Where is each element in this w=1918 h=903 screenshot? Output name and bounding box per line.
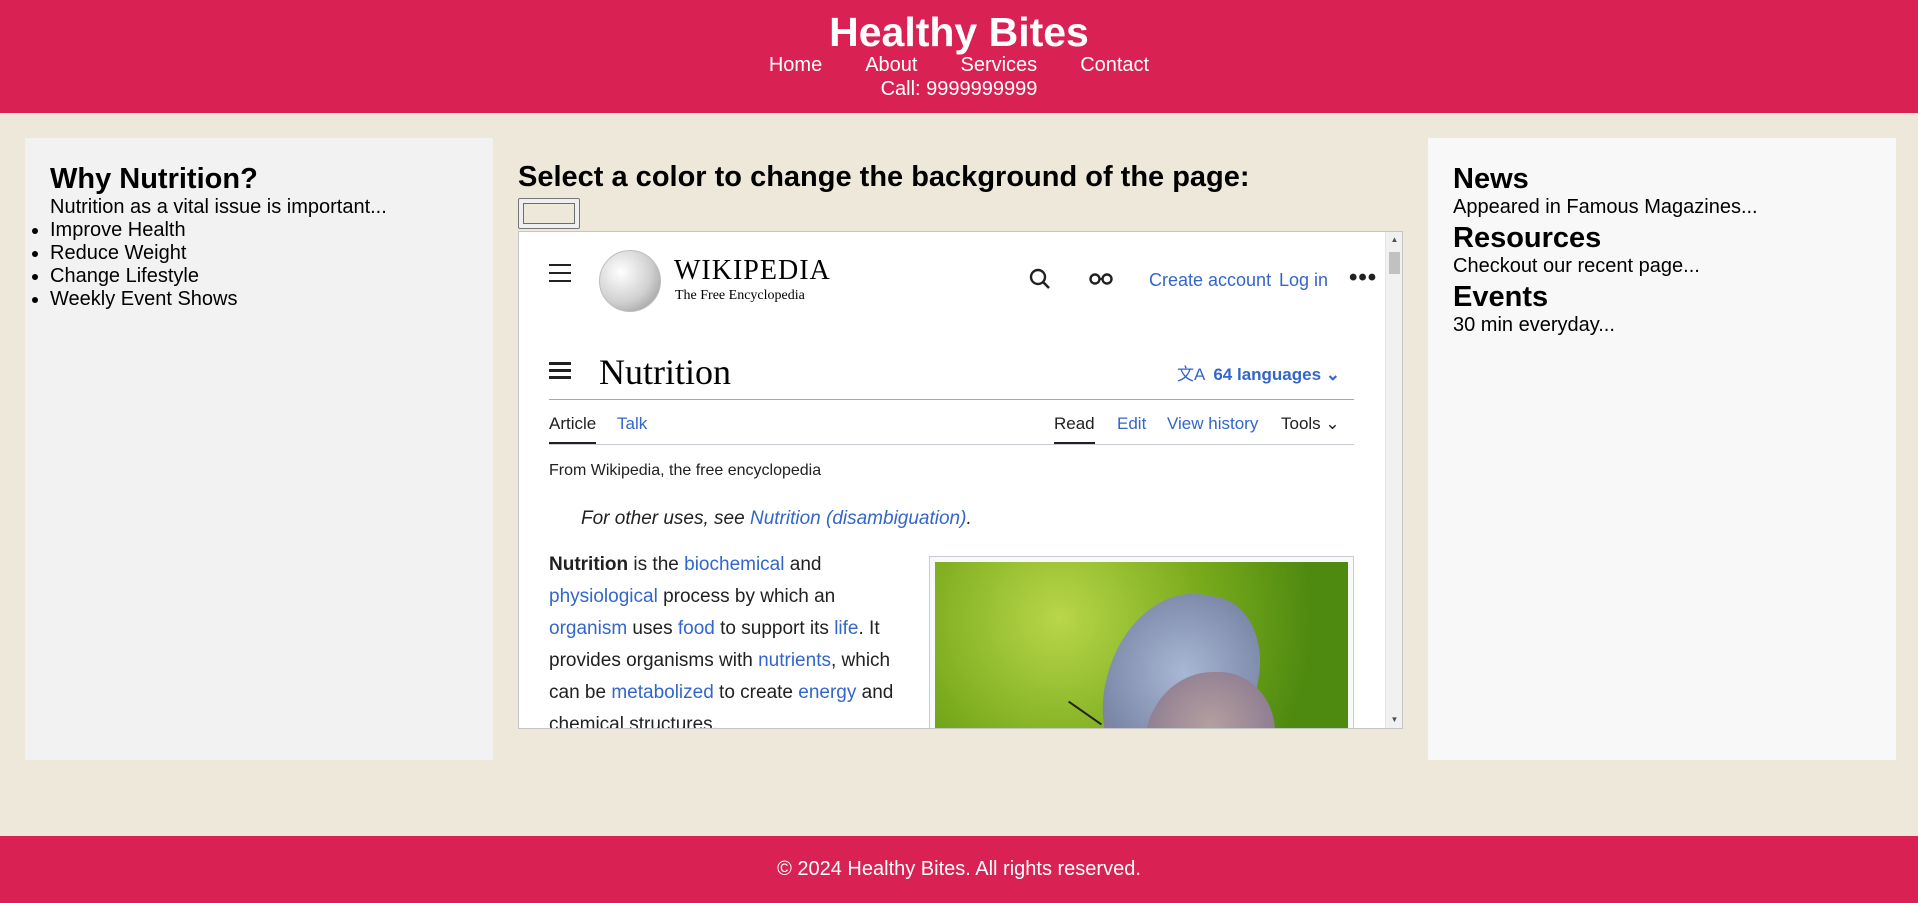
list-item: Change Lifestyle bbox=[50, 265, 468, 288]
body-text: to support its bbox=[714, 618, 835, 639]
tab-view-history[interactable]: View history bbox=[1167, 414, 1258, 444]
bold-term: Nutrition bbox=[549, 554, 629, 575]
events-heading: Events bbox=[1453, 281, 1549, 313]
list-item: Weekly Event Shows bbox=[50, 288, 468, 311]
more-options-icon[interactable]: ••• bbox=[1349, 266, 1377, 290]
energy-link[interactable]: energy bbox=[798, 682, 856, 703]
butterfly-antenna bbox=[1068, 700, 1102, 726]
site-header: Healthy Bites Home About Services Contac… bbox=[0, 0, 1918, 113]
chevron-down-icon: ⌄ bbox=[1325, 414, 1340, 433]
hatnote-text: For other uses, see bbox=[581, 508, 750, 529]
list-item: Improve Health bbox=[50, 219, 468, 242]
wikipedia-tagline: The Free Encyclopedia bbox=[675, 288, 805, 303]
site-footer: © 2024 Healthy Bites. All rights reserve… bbox=[0, 836, 1918, 903]
tab-tools[interactable]: Tools ⌄ bbox=[1281, 414, 1340, 444]
news-heading: News bbox=[1453, 163, 1529, 195]
translate-icon: 文A bbox=[1177, 365, 1206, 384]
create-account-link[interactable]: Create account bbox=[1149, 270, 1271, 291]
article-title: Nutrition bbox=[599, 352, 731, 392]
news-panel: News Appeared in Famous Magazines... Res… bbox=[1428, 138, 1896, 760]
body-text: to create bbox=[713, 682, 799, 703]
nav-contact-link[interactable]: Contact bbox=[1080, 53, 1149, 77]
scroll-up-icon[interactable]: ▲ bbox=[1386, 232, 1402, 248]
wikipedia-header: WIKIPEDIA The Free Encyclopedia Create a… bbox=[549, 242, 1376, 312]
tab-talk[interactable]: Talk bbox=[617, 414, 647, 444]
languages-label: 64 languages bbox=[1213, 365, 1322, 384]
main-nav: Home About Services Contact bbox=[0, 53, 1918, 77]
body-text: uses bbox=[627, 618, 678, 639]
search-icon[interactable] bbox=[1029, 268, 1051, 290]
call-number: Call: 9999999999 bbox=[880, 78, 1038, 100]
tools-label: Tools bbox=[1281, 414, 1321, 433]
tab-edit[interactable]: Edit bbox=[1117, 414, 1146, 444]
organism-link[interactable]: organism bbox=[549, 618, 627, 639]
why-nutrition-panel: Why Nutrition? Nutrition as a vital issu… bbox=[25, 138, 493, 760]
main-menu-icon[interactable] bbox=[549, 264, 573, 282]
infobox-image[interactable] bbox=[929, 556, 1354, 728]
iframe-scrollbar[interactable]: ▲ ▼ bbox=[1385, 232, 1402, 728]
title-divider bbox=[549, 399, 1354, 400]
tab-read[interactable]: Read bbox=[1054, 414, 1095, 444]
languages-button[interactable]: 文A 64 languages ⌄ bbox=[1177, 360, 1340, 385]
list-item: Reduce Weight bbox=[50, 242, 468, 265]
metabolized-link[interactable]: metabolized bbox=[611, 682, 713, 703]
nav-services-link[interactable]: Services bbox=[960, 53, 1037, 77]
article-lead-paragraph: Nutrition is the biochemical and physiol… bbox=[549, 549, 909, 728]
body-text: process by which an bbox=[657, 586, 836, 607]
butterfly-photo bbox=[935, 562, 1348, 728]
copyright-text: © 2024 Healthy Bites. All rights reserve… bbox=[777, 858, 1141, 880]
resources-heading: Resources bbox=[1453, 222, 1602, 254]
why-nutrition-intro: Nutrition as a vital issue is important.… bbox=[50, 196, 387, 218]
wikipedia-page: WIKIPEDIA The Free Encyclopedia Create a… bbox=[519, 232, 1386, 728]
scrollbar-thumb[interactable] bbox=[1389, 252, 1400, 274]
table-of-contents-icon[interactable] bbox=[549, 362, 573, 382]
site-subtitle: From Wikipedia, the free encyclopedia bbox=[549, 462, 822, 479]
resources-text: Checkout our recent page... bbox=[1453, 255, 1700, 277]
body-text: and bbox=[784, 554, 822, 575]
main-content: Select a color to change the background … bbox=[518, 138, 1403, 760]
site-title: Healthy Bites bbox=[829, 9, 1089, 55]
background-color-picker[interactable] bbox=[518, 198, 580, 229]
benefits-list: Improve Health Reduce Weight Change Life… bbox=[25, 219, 468, 311]
news-text: Appeared in Famous Magazines... bbox=[1453, 196, 1758, 218]
wikipedia-wordmark[interactable]: WIKIPEDIA bbox=[674, 256, 831, 286]
tab-article[interactable]: Article bbox=[549, 414, 597, 444]
color-picker-heading: Select a color to change the background … bbox=[518, 161, 1250, 193]
events-text: 30 min everyday... bbox=[1453, 314, 1615, 336]
color-swatch bbox=[523, 203, 575, 224]
food-link[interactable]: food bbox=[678, 618, 715, 639]
hatnote: For other uses, see Nutrition (disambigu… bbox=[581, 508, 972, 530]
tabs-divider bbox=[549, 444, 1354, 445]
chevron-down-icon: ⌄ bbox=[1325, 365, 1341, 384]
nutrients-link[interactable]: nutrients bbox=[758, 650, 831, 671]
hatnote-period: . bbox=[966, 508, 972, 529]
article-tabs: Article Talk Read Edit View history Tool… bbox=[549, 414, 1354, 444]
wikipedia-iframe[interactable]: WIKIPEDIA The Free Encyclopedia Create a… bbox=[518, 231, 1403, 729]
log-in-link[interactable]: Log in bbox=[1279, 270, 1328, 291]
life-link[interactable]: life bbox=[834, 618, 858, 639]
body-text: is the bbox=[628, 554, 685, 575]
reading-glasses-icon[interactable] bbox=[1089, 272, 1113, 286]
why-nutrition-heading: Why Nutrition? bbox=[50, 163, 258, 195]
biochemical-link[interactable]: biochemical bbox=[684, 554, 784, 575]
wikipedia-globe-logo[interactable] bbox=[599, 250, 661, 312]
nav-home-link[interactable]: Home bbox=[769, 53, 822, 77]
nav-about-link[interactable]: About bbox=[865, 53, 917, 77]
scroll-down-icon[interactable]: ▼ bbox=[1386, 712, 1402, 728]
disambiguation-link[interactable]: Nutrition (disambiguation) bbox=[750, 508, 967, 529]
physiological-link[interactable]: physiological bbox=[549, 586, 658, 607]
